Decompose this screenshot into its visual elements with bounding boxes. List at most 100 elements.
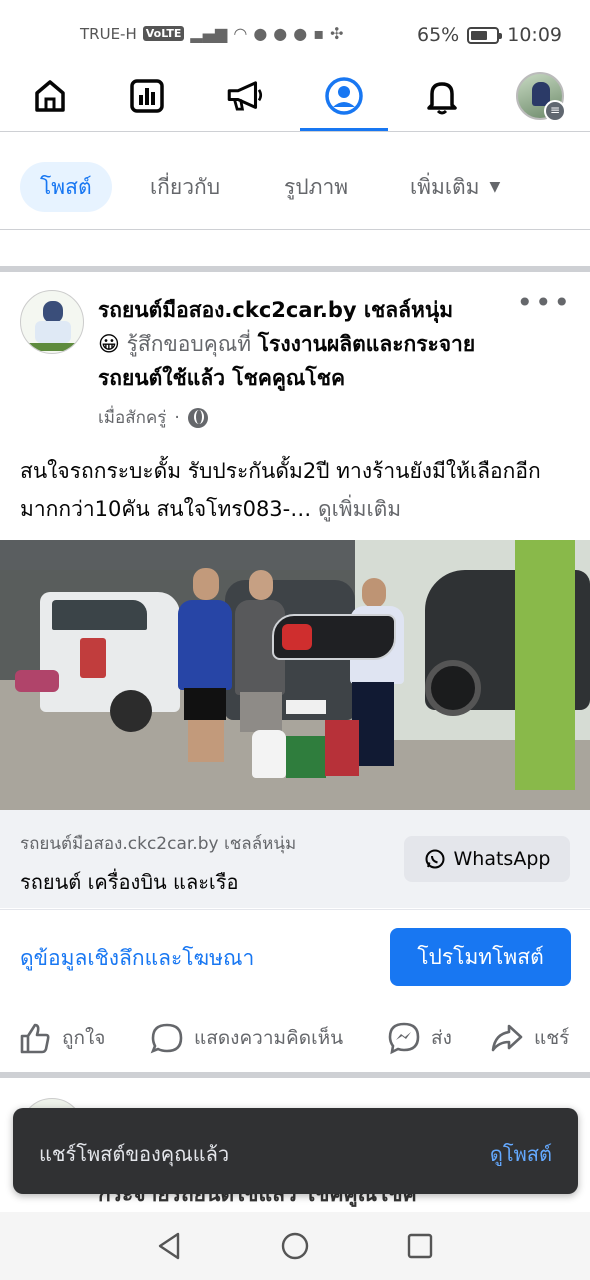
trueid-icon: ▪ <box>313 24 325 43</box>
whatsapp-button[interactable]: WhatsApp <box>404 836 570 882</box>
share-icon <box>491 1024 523 1052</box>
snackbar-message: แชร์โพสต์ของคุณแล้ว <box>39 1142 230 1166</box>
volte-badge: VoLTE <box>142 26 185 41</box>
active-tab-indicator <box>300 128 388 131</box>
whatsapp-icon <box>425 849 445 869</box>
post-time[interactable]: เมื่อสักครู่ <box>98 404 166 431</box>
photo-beer-box <box>286 736 326 778</box>
status-left: TRUE-H VoLTE ▂▄▆ ◠ ● ● ● ▪ ✣ <box>80 24 343 43</box>
tab-about[interactable]: เกี่ยวกับ <box>150 162 220 212</box>
tab-posts[interactable]: โพสต์ <box>20 162 112 212</box>
post-feeling: รู้สึกขอบคุณที่ <box>126 332 252 356</box>
photo-suv-wheel <box>425 660 481 716</box>
post-author-name[interactable]: รถยนต์มือสอง.ckc2car.by เชลล์หนุ่ม <box>98 298 453 322</box>
megaphone-icon <box>227 81 263 111</box>
carrier-label: TRUE-H <box>80 24 137 43</box>
profile-icon <box>325 77 363 115</box>
wifi-icon: ◠ <box>233 24 248 43</box>
messenger-icon: ● <box>273 24 288 43</box>
tab-photos[interactable]: รูปภาพ <box>284 162 348 212</box>
post-text: สนใจรถกระบะดั้ม รับประกันดั้ม2ปี ทางร้าน… <box>20 452 575 528</box>
avatar-body <box>35 321 71 343</box>
photo-green-pillar <box>515 540 575 790</box>
insights-ads-link[interactable]: ดูข้อมูลเชิงลึกและโฆษณา <box>20 942 254 975</box>
photo-person1-shorts <box>184 688 226 720</box>
facebook-icon: ● <box>253 24 268 43</box>
comment-label: แสดงความคิดเห็น <box>194 1027 344 1049</box>
back-triangle-icon <box>158 1232 180 1260</box>
post-header: รถยนต์มือสอง.ckc2car.by เชลล์หนุ่ม 😀 รู้… <box>98 293 528 395</box>
send-label: ส่ง <box>431 1027 452 1049</box>
battery-icon <box>467 26 503 44</box>
home-circle-icon <box>281 1232 309 1260</box>
link-preview[interactable]: รถยนต์มือสอง.ckc2car.by เชลล์หนุ่ม รถยนต… <box>0 810 590 908</box>
comment-button[interactable]: แสดงความคิดเห็น <box>150 1021 343 1055</box>
insights-row: ดูข้อมูลเชิงลึกและโฆษณา โปรโมทโพสต์ <box>0 909 590 1005</box>
tab-more-label: เพิ่มเติม <box>410 174 480 199</box>
messenger-icon <box>388 1022 420 1055</box>
line-icon: ● <box>293 24 308 43</box>
see-more-link[interactable]: ดูเพิ่มเติม <box>318 497 401 521</box>
photo-rice-bag <box>252 730 286 778</box>
nav-home[interactable] <box>5 60 95 132</box>
bell-icon <box>427 82 457 115</box>
system-nav-bar <box>0 1212 590 1280</box>
avatar-head <box>43 301 63 323</box>
battery-percent: 65% <box>417 24 460 46</box>
share-button[interactable]: แชร์ <box>490 1021 569 1055</box>
pinwheel-icon: ✣ <box>330 24 344 43</box>
status-right: 65% 10:09 <box>417 24 562 46</box>
photo-person2-head <box>249 570 273 600</box>
avatar-menu: ≡ <box>516 72 566 122</box>
nav-menu[interactable]: ≡ <box>495 60 585 132</box>
thumbs-up-icon <box>20 1023 50 1054</box>
post-author-avatar[interactable] <box>20 290 84 354</box>
menu-icon: ≡ <box>544 100 566 122</box>
photo-pink-bag <box>15 670 59 692</box>
post-photo[interactable] <box>0 540 590 810</box>
clock: 10:09 <box>507 24 562 46</box>
send-button[interactable]: ส่ง <box>387 1021 452 1055</box>
link-title: รถยนต์ เครื่องบิน และเรือ <box>20 870 239 894</box>
post-more-options-icon[interactable]: ••• <box>516 286 572 319</box>
signal-icon: ▂▄▆ <box>190 24 228 43</box>
photo-pickup-wheel <box>110 690 152 732</box>
photo-pickup-taillight <box>80 638 106 678</box>
feeling-emoji-icon: 😀 <box>98 332 120 356</box>
post-actions: ถูกใจ แสดงความคิดเห็น ส่ง แชร์ <box>0 1005 590 1071</box>
top-nav: ≡ <box>0 60 590 132</box>
post-body-text: สนใจรถกระบะดั้ม รับประกันดั้ม2ปี ทางร้าน… <box>20 459 541 521</box>
nav-notifications[interactable] <box>397 60 487 132</box>
recents-square-icon <box>407 1233 433 1259</box>
dashboard-icon <box>130 79 164 113</box>
photo-person2-shorts <box>240 692 282 732</box>
like-button[interactable]: ถูกใจ <box>18 1021 105 1055</box>
recents-button[interactable] <box>400 1228 440 1264</box>
photo-license-plate <box>286 700 326 714</box>
photo-person1-legs <box>188 720 224 762</box>
profile-tabs: โพสต์ เกี่ยวกับ รูปภาพ เพิ่มเติม ▼ <box>0 140 590 230</box>
nav-ads[interactable] <box>200 60 290 132</box>
view-post-button[interactable]: ดูโพสต์ <box>490 1138 552 1170</box>
home-icon <box>35 80 65 112</box>
tab-more[interactable]: เพิ่มเติม ▼ <box>410 162 500 212</box>
caret-down-icon: ▼ <box>489 179 501 195</box>
photo-person1-head <box>193 568 219 600</box>
back-button[interactable] <box>150 1228 190 1264</box>
photo-drinks-pack <box>325 720 359 776</box>
promote-post-button[interactable]: โปรโมทโพสต์ <box>390 928 571 986</box>
whatsapp-button-label: WhatsApp <box>453 848 551 870</box>
battery-fill <box>471 30 487 40</box>
link-domain: รถยนต์มือสอง.ckc2car.by เชลล์หนุ่ม <box>20 834 297 854</box>
meta-separator: · <box>174 407 180 428</box>
photo-key-logo <box>282 624 312 650</box>
globe-icon <box>187 407 208 428</box>
post-meta: เมื่อสักครู่ · <box>98 404 208 431</box>
home-button[interactable] <box>275 1228 315 1264</box>
nav-profile[interactable] <box>299 60 389 132</box>
avatar-banner <box>25 343 81 351</box>
nav-dashboard[interactable] <box>102 60 192 132</box>
comment-icon <box>150 1023 183 1054</box>
snackbar: แชร์โพสต์ของคุณแล้ว ดูโพสต์ <box>13 1108 578 1194</box>
like-label: ถูกใจ <box>62 1027 106 1049</box>
